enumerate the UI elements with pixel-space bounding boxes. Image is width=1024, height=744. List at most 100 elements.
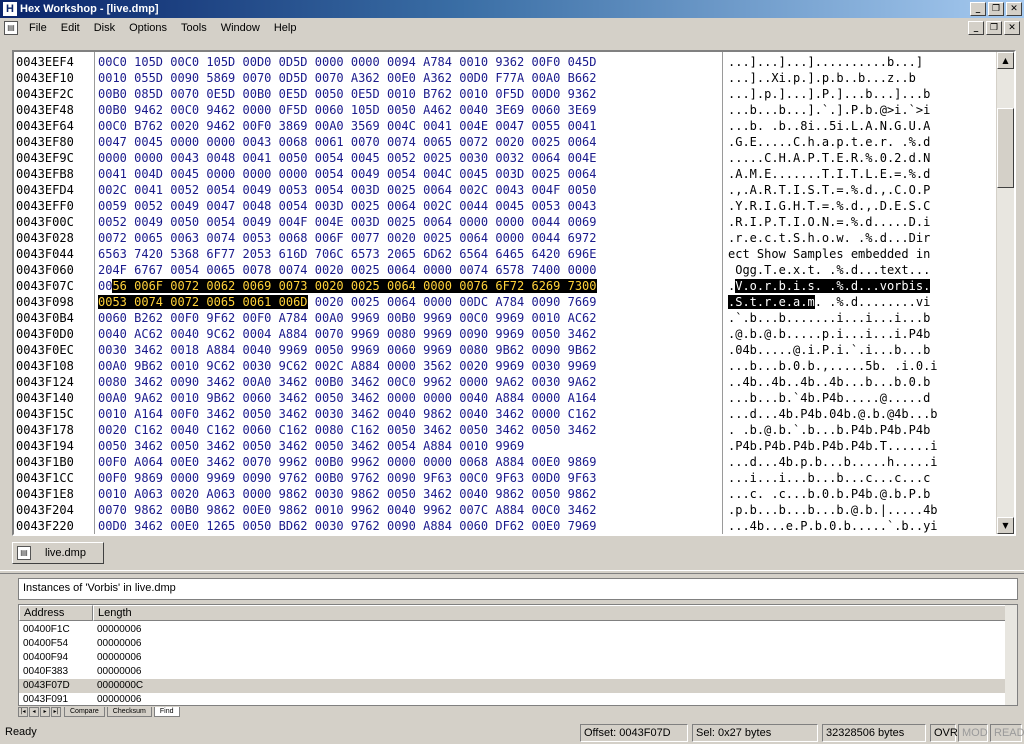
hex-bytes[interactable]: 0052 0049 0050 0054 0049 004F 004E 003D … (98, 214, 718, 230)
ascii-text[interactable]: ...4b...e.P.b.0.b.....`.b..yi (728, 518, 998, 534)
ascii-text[interactable]: .V.o.r.b.i.s. .%.d...vorbis. (728, 278, 998, 294)
result-row[interactable]: 00400F54 00000006 (19, 637, 1005, 651)
results-table[interactable]: Address Length 00400F1C 00000006 00400F54 0… (18, 604, 1018, 706)
ascii-text[interactable]: . .b.@.b.`.b...b.P4b.P4b.P4b (728, 422, 998, 438)
last-tab-icon[interactable]: ▸| (51, 707, 61, 717)
scroll-up-arrow-icon[interactable]: ▲ (997, 52, 1014, 69)
hex-bytes[interactable]: 0041 004D 0045 0000 0000 0000 0054 0049 … (98, 166, 718, 182)
hex-bytes[interactable]: 002C 0041 0052 0054 0049 0053 0054 003D … (98, 182, 718, 198)
scroll-thumb[interactable] (997, 108, 1014, 188)
ascii-text[interactable]: ...b. .b..8i..5i.L.A.N.G.U.A (728, 118, 998, 134)
mdi-close-button[interactable]: ✕ (1004, 21, 1020, 35)
hex-bytes-part[interactable]: 00 (98, 279, 112, 293)
ascii-text[interactable]: ..4b..4b..4b..4b...b...b.0.b (728, 374, 998, 390)
hex-bytes[interactable]: 0056 006F 0072 0062 0069 0073 0020 0025 … (98, 278, 718, 294)
menu-window[interactable]: Window (214, 19, 267, 37)
hex-bytes[interactable]: 00B0 085D 0070 0E5D 00B0 0E5D 0050 0E5D … (98, 86, 718, 102)
ascii-text[interactable]: ...]..Xi.p.].p.b..b...z..b (728, 70, 998, 86)
ascii-text[interactable]: .04b.....@.i.P.i.`.i...b...b (728, 342, 998, 358)
ascii-text-part[interactable]: . .%.d........vi (815, 295, 931, 309)
next-tab-icon[interactable]: ▸ (40, 707, 50, 717)
hex-bytes[interactable]: 0050 3462 0050 3462 0050 3462 0050 3462 … (98, 438, 718, 454)
ascii-text[interactable]: .G.E.....C.h.a.p.t.e.r. .%.d (728, 134, 998, 150)
minimize-button[interactable]: _ (970, 2, 986, 16)
ascii-text[interactable]: ...b...b.0.b.,.....5b. .i.0.i (728, 358, 998, 374)
hex-bytes[interactable]: 0080 3462 0090 3462 00A0 3462 00B0 3462 … (98, 374, 718, 390)
hex-bytes[interactable]: 0053 0074 0072 0065 0061 006D 0020 0025 … (98, 294, 718, 310)
mdi-minimize-button[interactable]: _ (968, 21, 984, 35)
ascii-text[interactable]: .Y.R.I.G.H.T.=.%.d.,.D.E.S.C (728, 198, 998, 214)
column-length[interactable]: Length (93, 605, 1007, 621)
ascii-text[interactable]: .@.b.@.b.....p.i...i...i.P4b (728, 326, 998, 342)
hex-bytes[interactable]: 00C0 B762 0020 9462 00F0 3869 00A0 3569 … (98, 118, 718, 134)
menu-options[interactable]: Options (122, 19, 174, 37)
results-scrollbar[interactable] (1005, 605, 1017, 705)
mdi-restore-button[interactable]: ❐ (986, 21, 1002, 35)
hex-bytes[interactable]: 00D0 3462 00E0 1265 0050 BD62 0030 9762 … (98, 518, 718, 534)
hex-selection[interactable]: 0053 0074 0072 0065 0061 006D (98, 295, 308, 309)
hex-bytes[interactable]: 6563 7420 5368 6F77 2053 616D 706C 6573 … (98, 246, 718, 262)
hex-bytes[interactable]: 0047 0045 0000 0000 0043 0068 0061 0070 … (98, 134, 718, 150)
ascii-text[interactable]: ...].p.]...].P.]...b...]...b (728, 86, 998, 102)
tab-find[interactable]: Find (153, 707, 180, 717)
hex-bytes[interactable]: 0072 0065 0063 0074 0053 0068 006F 0077 … (98, 230, 718, 246)
hex-bytes[interactable]: 0059 0052 0049 0047 0048 0054 003D 0025 … (98, 198, 718, 214)
hex-bytes[interactable]: 00A0 9B62 0010 9C62 0030 9C62 002C A884 … (98, 358, 718, 374)
hex-bytes[interactable]: 0070 9862 00B0 9862 00E0 9862 0010 9962 … (98, 502, 718, 518)
prev-tab-icon[interactable]: ◂ (29, 707, 39, 717)
ascii-text[interactable]: ...d...4b.P4b.04b.@.b.@4b...b (728, 406, 998, 422)
ascii-text[interactable]: .p.b...b...b...b.@.b.|.....4b (728, 502, 998, 518)
menu-disk[interactable]: Disk (87, 19, 122, 37)
document-icon[interactable]: ▤ (4, 21, 18, 35)
result-row[interactable]: 0043F07D 0000000C (19, 679, 1005, 693)
panel-splitter[interactable] (0, 570, 1024, 574)
close-button[interactable]: ✕ (1006, 2, 1022, 16)
result-row[interactable]: 00400F1C 00000006 (19, 623, 1005, 637)
hex-bytes[interactable]: 00F0 A064 00E0 3462 0070 9962 00B0 9962 … (98, 454, 718, 470)
ascii-text[interactable]: ect Show Samples embedded in (728, 246, 998, 262)
hex-bytes[interactable]: 0020 C162 0040 C162 0060 C162 0080 C162 … (98, 422, 718, 438)
scroll-down-arrow-icon[interactable]: ▼ (997, 517, 1014, 534)
hex-bytes[interactable]: 0040 AC62 0040 9C62 0004 A884 0070 9969 … (98, 326, 718, 342)
menu-edit[interactable]: Edit (54, 19, 87, 37)
hex-bytes[interactable]: 00A0 9A62 0010 9B62 0060 3462 0050 3462 … (98, 390, 718, 406)
column-address[interactable]: Address (19, 605, 93, 621)
hex-bytes-part[interactable]: 0020 0025 0064 0000 00DC A784 0090 7669 (308, 295, 597, 309)
hex-bytes[interactable]: 00C0 105D 00C0 105D 00D0 0D5D 0000 0000 … (98, 54, 718, 70)
hex-bytes[interactable]: 0000 0000 0043 0048 0041 0050 0054 0045 … (98, 150, 718, 166)
first-tab-icon[interactable]: |◂ (18, 707, 28, 717)
hex-bytes[interactable]: 0010 A063 0020 A063 0000 9862 0030 9862 … (98, 486, 718, 502)
ascii-text[interactable]: ...d...4b.p.b...b.....h.....i (728, 454, 998, 470)
hex-editor[interactable]: 0043EEF4 00C0 105D 00C0 105D 00D0 0D5D 00… (12, 50, 1016, 536)
ascii-text[interactable]: ...]...]...]..........b...] (728, 54, 998, 70)
result-row[interactable]: 00400F94 00000006 (19, 651, 1005, 665)
ascii-text[interactable]: .A.M.E.......T.I.T.L.E.=.%.d (728, 166, 998, 182)
ascii-text[interactable]: .r.e.c.t.S.h.o.w. .%.d...Dir (728, 230, 998, 246)
ascii-text[interactable]: .....C.H.A.P.T.E.R.%.0.2.d.N (728, 150, 998, 166)
ascii-selection[interactable]: .S.t.r.e.a.m (728, 295, 815, 309)
ascii-text[interactable]: .P4b.P4b.P4b.P4b.P4b.T......i (728, 438, 998, 454)
ascii-text[interactable]: .S.t.r.e.a.m. .%.d........vi (728, 294, 998, 310)
hex-bytes[interactable]: 00F0 9869 0000 9969 0090 9762 00B0 9762 … (98, 470, 718, 486)
ascii-text[interactable]: Ogg.T.e.x.t. .%.d...text... (728, 262, 998, 278)
ascii-text[interactable]: ...b...b...].`.].P.b.@>i.`>i (728, 102, 998, 118)
menu-help[interactable]: Help (267, 19, 304, 37)
hex-bytes[interactable]: 0060 B262 00F0 9F62 00F0 A784 00A0 9969 … (98, 310, 718, 326)
ascii-selection[interactable]: V.o.r.b.i.s. .%.d...vorbis. (735, 279, 931, 293)
hex-bytes[interactable]: 0010 055D 0090 5869 0070 0D5D 0070 A362 … (98, 70, 718, 86)
hex-selection[interactable]: 56 006F 0072 0062 0069 0073 0020 0025 00… (112, 279, 597, 293)
ascii-text[interactable]: ...c. .c...b.0.b.P4b.@.b.P.b (728, 486, 998, 502)
ascii-text[interactable]: ...b...b.`4b.P4b.....@.....d (728, 390, 998, 406)
ascii-text[interactable]: ...i...i...b...b...c...c...c (728, 470, 998, 486)
hex-bytes[interactable]: 0010 A164 00F0 3462 0050 3462 0030 3462 … (98, 406, 718, 422)
editor-scrollbar[interactable]: ▲ ▼ (996, 52, 1014, 534)
menu-tools[interactable]: Tools (174, 19, 214, 37)
result-row[interactable]: 0043F091 00000006 (19, 693, 1005, 705)
hex-bytes[interactable]: 204F 6767 0054 0065 0078 0074 0020 0025 … (98, 262, 718, 278)
restore-button[interactable]: ❐ (988, 2, 1004, 16)
ascii-text[interactable]: .R.I.P.T.I.O.N.=.%.d.....D.i (728, 214, 998, 230)
hex-bytes[interactable]: 00B0 9462 00C0 9462 0000 0F5D 0060 105D … (98, 102, 718, 118)
ascii-text[interactable]: .,.A.R.T.I.S.T.=.%.d.,.C.O.P (728, 182, 998, 198)
document-tab[interactable]: ▤ live.dmp (12, 542, 104, 564)
ascii-text[interactable]: .`.b...b.......i...i...i...b (728, 310, 998, 326)
